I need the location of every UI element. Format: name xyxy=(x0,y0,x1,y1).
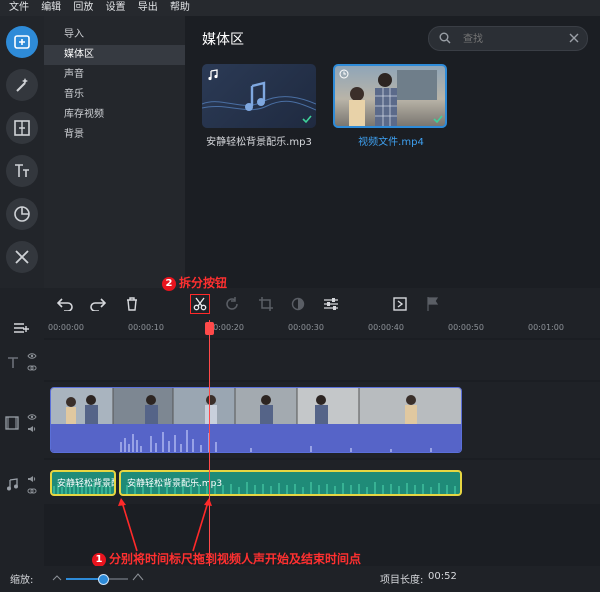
check-icon xyxy=(302,115,312,124)
media-item-video[interactable] xyxy=(333,64,447,128)
media-pane: 媒体区 安静轻松背景配乐.mp3 视频文件.mp4 xyxy=(185,16,600,288)
titles-button[interactable] xyxy=(6,155,38,187)
nav-item-stock-video[interactable]: 库存视频 xyxy=(44,105,185,125)
more-tools-button[interactable] xyxy=(6,241,38,273)
search-input[interactable] xyxy=(461,30,565,48)
zoom-slider[interactable] xyxy=(52,570,144,586)
import-button[interactable] xyxy=(6,26,38,58)
filters-button[interactable] xyxy=(6,69,38,101)
clock-icon xyxy=(339,69,349,79)
project-length-label: 项目长度: xyxy=(380,575,424,586)
waveform-music-icon xyxy=(202,81,316,111)
annotation-drag-text: 分别将时间标尺拖到视频人声开始及结束时间点 xyxy=(109,552,362,566)
project-length-value: 00:52 xyxy=(428,571,457,582)
stickers-button[interactable] xyxy=(6,198,38,230)
menu-export[interactable]: 导出 xyxy=(138,0,158,16)
zoom-label: 缩放: xyxy=(10,575,34,586)
media-item-video-name: 视频文件.mp4 xyxy=(358,137,424,148)
annotation-arrows xyxy=(118,498,212,552)
more-tools-icon xyxy=(15,250,29,264)
search-icon xyxy=(439,32,451,44)
menu-edit[interactable]: 编辑 xyxy=(41,0,61,16)
zoom-out-icon[interactable] xyxy=(52,574,62,582)
media-item-audio-name: 安静轻松背景配乐.mp3 xyxy=(206,137,312,148)
zoom-track[interactable] xyxy=(66,574,128,585)
tool-sidebar xyxy=(0,16,44,288)
media-item-audio[interactable] xyxy=(202,64,316,128)
menu-help[interactable]: 帮助 xyxy=(170,0,190,16)
media-nav-panel: 导入 媒体区 声音 音乐 库存视频 背景 xyxy=(44,16,185,288)
page-title: 媒体区 xyxy=(202,32,244,48)
search-box[interactable] xyxy=(428,26,588,51)
transitions-button[interactable] xyxy=(6,112,38,144)
import-icon xyxy=(14,35,30,49)
nav-item-music[interactable]: 音乐 xyxy=(44,85,185,105)
magic-wand-icon xyxy=(16,78,28,92)
zoom-thumb[interactable] xyxy=(98,574,110,585)
status-bar: 缩放: 项目长度: 00:52 xyxy=(0,566,600,592)
check-icon xyxy=(433,115,443,124)
timeline-panel: 2 拆分按钮 00:00:00 00:00:10 00:00:20 00:00:3… xyxy=(0,276,600,592)
stickers-icon xyxy=(14,206,30,222)
nav-item-media[interactable]: 媒体区 xyxy=(44,45,185,65)
menu-settings[interactable]: 设置 xyxy=(106,0,126,16)
menu-playback[interactable]: 回放 xyxy=(73,0,93,16)
nav-item-background[interactable]: 背景 xyxy=(44,125,185,145)
nav-item-import[interactable]: 导入 xyxy=(44,25,185,45)
zoom-in-icon[interactable] xyxy=(132,572,144,582)
annotation-number-badge: 1 xyxy=(92,552,106,567)
clear-icon[interactable] xyxy=(569,33,579,43)
menu-file[interactable]: 文件 xyxy=(9,0,29,16)
menu-bar: 文件 编辑 回放 设置 导出 帮助 xyxy=(0,0,600,16)
annotation-drag: 1 分别将时间标尺拖到视频人声开始及结束时间点 xyxy=(92,550,361,567)
titles-icon xyxy=(15,164,29,177)
video-frame-image xyxy=(349,70,437,126)
transitions-icon xyxy=(14,120,30,136)
nav-item-sound[interactable]: 声音 xyxy=(44,65,185,85)
